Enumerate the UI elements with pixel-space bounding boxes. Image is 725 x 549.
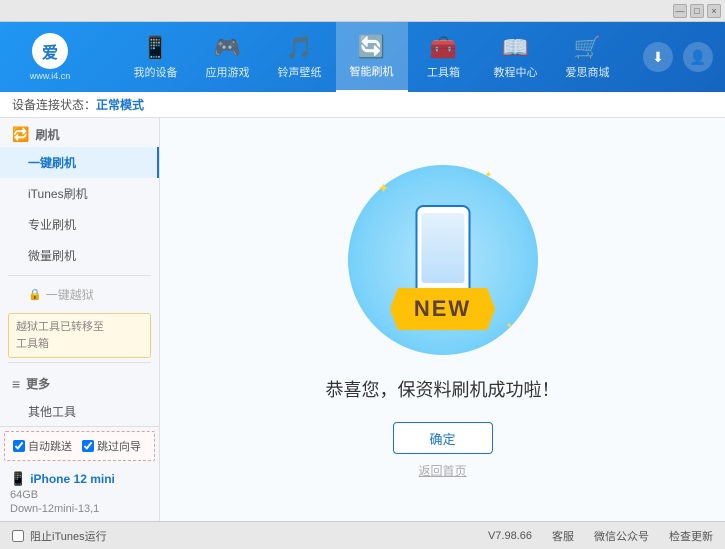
nav-item-smart-flash[interactable]: 🔄 智能刷机 <box>336 22 408 92</box>
sparkle-2: ✦ <box>484 170 492 181</box>
status-left: 阻止iTunes运行 <box>12 528 107 544</box>
nav-right: ⬇ 👤 <box>643 42 725 72</box>
sidebar-divider-2 <box>8 362 151 363</box>
sidebar-label-itunes: iTunes刷机 <box>28 187 88 201</box>
check-update-link[interactable]: 检查更新 <box>669 528 713 544</box>
nav-icon-device: 📱 <box>142 35 169 61</box>
nav-label-store: 爱思商城 <box>566 64 610 80</box>
sidebar-section-more: ≡ 更多 <box>0 367 159 396</box>
sparkle-3: ✦ <box>506 321 513 330</box>
device-status-value: 正常模式 <box>96 96 144 113</box>
nav-label-device: 我的设备 <box>134 64 178 80</box>
sidebar-item-other-tools[interactable]: 其他工具 <box>0 396 159 427</box>
logo-area: 爱 www.i4.cn <box>0 33 100 81</box>
sidebar-divider-1 <box>8 275 151 276</box>
nav-icon-store: 🛒 <box>574 35 601 61</box>
auto-jump-checkbox[interactable]: 自动跳送 <box>13 438 72 454</box>
minimize-button[interactable]: — <box>673 4 687 18</box>
sidebar-label-micro: 微量刷机 <box>28 249 76 263</box>
logo-text: www.i4.cn <box>30 71 71 81</box>
sidebar-label-one-click: 一键刷机 <box>28 156 76 170</box>
device-model: Down-12mini-13,1 <box>10 503 149 515</box>
new-badge-text: NEW <box>414 296 471 321</box>
prevent-itunes-label[interactable]: 阻止iTunes运行 <box>30 528 107 544</box>
header: 爱 www.i4.cn 📱 我的设备 🎮 应用游戏 🎵 铃声壁纸 🔄 智能刷机 … <box>0 22 725 92</box>
locked-label: 一键越狱 <box>46 286 94 303</box>
checkbox-row: 自动跳送 跳过向导 <box>4 431 155 461</box>
nav-label-app: 应用游戏 <box>206 64 250 80</box>
prevent-itunes-checkbox[interactable] <box>12 530 24 542</box>
main-panel: ✦ ✦ ✦ NEW 恭喜您，保资料刷机成功啦！ 确定 返回首页 <box>160 118 725 521</box>
warning-text: 越狱工具已转移至工具箱 <box>16 321 104 350</box>
version-text: V7.98.66 <box>488 530 532 542</box>
close-button[interactable]: × <box>707 4 721 18</box>
nav-item-store[interactable]: 🛒 爱思商城 <box>552 22 624 92</box>
sidebar-label-pro: 专业刷机 <box>28 218 76 232</box>
auto-jump-input[interactable] <box>13 440 25 452</box>
flash-section-label: 刷机 <box>35 126 59 143</box>
phone-screen <box>421 213 464 283</box>
nav-item-app-games[interactable]: 🎮 应用游戏 <box>192 22 264 92</box>
content-area: 🔁 刷机 一键刷机 iTunes刷机 专业刷机 微量刷机 🔒 一键越狱 越狱工具… <box>0 118 725 521</box>
nav-item-ringtone[interactable]: 🎵 铃声壁纸 <box>264 22 336 92</box>
nav-icon-app: 🎮 <box>214 35 241 61</box>
phone-illustration: ✦ ✦ ✦ NEW <box>343 160 543 360</box>
skip-wizard-checkbox[interactable]: 跳过向导 <box>82 438 141 454</box>
service-link[interactable]: 客服 <box>552 528 574 544</box>
nav-icon-ringtone: 🎵 <box>286 35 313 61</box>
device-name-row: 📱 iPhone 12 mini <box>10 471 149 487</box>
sidebar-locked-jailbreak: 🔒 一键越狱 <box>0 280 159 309</box>
flash-section-icon: 🔁 <box>12 126 29 143</box>
confirm-button[interactable]: 确定 <box>393 422 493 454</box>
nav-item-toolbox[interactable]: 🧰 工具箱 <box>408 22 480 92</box>
auto-jump-label: 自动跳送 <box>28 438 72 454</box>
sidebar-section-flash: 🔁 刷机 <box>0 118 159 147</box>
logo-symbol: 爱 <box>42 39 58 63</box>
nav-label-tutorial: 教程中心 <box>494 64 538 80</box>
sparkle-1: ✦ <box>378 180 390 197</box>
device-status-bar: 设备连接状态： 正常模式 <box>0 92 725 118</box>
status-right: V7.98.66 客服 微信公众号 检查更新 <box>488 528 713 544</box>
sidebar-item-itunes-flash[interactable]: iTunes刷机 <box>0 178 159 209</box>
new-ribbon: NEW <box>390 288 495 330</box>
nav-item-tutorial[interactable]: 📖 教程中心 <box>480 22 552 92</box>
sidebar-item-micro-flash[interactable]: 微量刷机 <box>0 240 159 271</box>
nav-icon-toolbox: 🧰 <box>430 35 457 61</box>
more-section-label: 更多 <box>26 375 50 392</box>
sidebar-warning-box: 越狱工具已转移至工具箱 <box>8 313 151 358</box>
sidebar-item-one-click-flash[interactable]: 一键刷机 <box>0 147 159 178</box>
device-info: 📱 iPhone 12 mini 64GB Down-12mini-13,1 <box>0 465 159 521</box>
account-button[interactable]: 👤 <box>683 42 713 72</box>
wechat-link[interactable]: 微信公众号 <box>594 528 649 544</box>
nav-items: 📱 我的设备 🎮 应用游戏 🎵 铃声壁纸 🔄 智能刷机 🧰 工具箱 📖 教程中心… <box>100 22 643 92</box>
more-section-icon: ≡ <box>12 376 20 392</box>
nav-icon-tutorial: 📖 <box>502 35 529 61</box>
device-panel: 自动跳送 跳过向导 📱 iPhone 12 mini 64GB Down-12m… <box>0 426 159 521</box>
success-card: ✦ ✦ ✦ NEW 恭喜您，保资料刷机成功啦！ 确定 返回首页 <box>326 160 560 479</box>
success-message: 恭喜您，保资料刷机成功啦！ <box>326 376 560 402</box>
device-name-text: iPhone 12 mini <box>30 472 115 486</box>
download-button[interactable]: ⬇ <box>643 42 673 72</box>
nav-label-ringtone: 铃声壁纸 <box>278 64 322 80</box>
sidebar-item-pro-flash[interactable]: 专业刷机 <box>0 209 159 240</box>
device-status-label: 设备连接状态： <box>12 96 96 113</box>
phone-small-icon: 📱 <box>10 471 26 487</box>
lock-icon: 🔒 <box>28 288 42 301</box>
sidebar-label-other: 其他工具 <box>28 405 76 419</box>
skip-wizard-input[interactable] <box>82 440 94 452</box>
title-bar: — □ × <box>0 0 725 22</box>
status-bar: 阻止iTunes运行 V7.98.66 客服 微信公众号 检查更新 <box>0 521 725 549</box>
skip-wizard-label: 跳过向导 <box>97 438 141 454</box>
logo-circle: 爱 <box>32 33 68 69</box>
nav-label-flash: 智能刷机 <box>350 63 394 79</box>
nav-label-toolbox: 工具箱 <box>427 64 460 80</box>
device-storage: 64GB <box>10 489 149 501</box>
sidebar: 🔁 刷机 一键刷机 iTunes刷机 专业刷机 微量刷机 🔒 一键越狱 越狱工具… <box>0 118 160 521</box>
nav-item-my-device[interactable]: 📱 我的设备 <box>120 22 192 92</box>
back-link[interactable]: 返回首页 <box>418 462 466 479</box>
nav-icon-flash: 🔄 <box>358 34 385 60</box>
maximize-button[interactable]: □ <box>690 4 704 18</box>
